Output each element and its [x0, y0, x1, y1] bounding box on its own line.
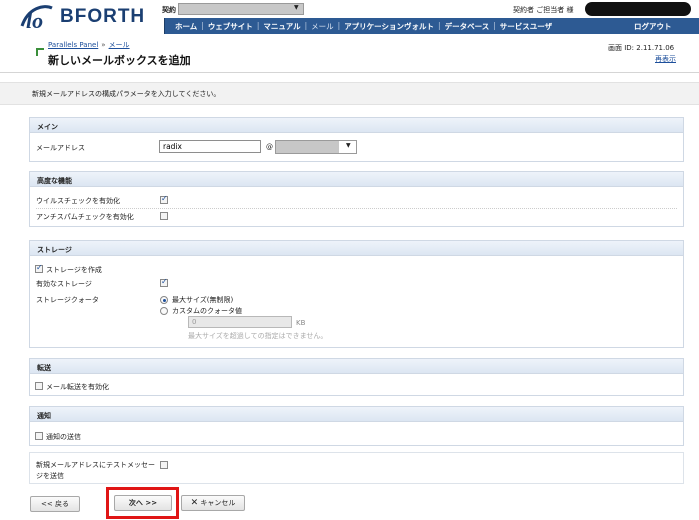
page-title: 新しいメールボックスを追加 — [48, 54, 191, 67]
section-test-message: 新規メールアドレスにテストメッセー ジを送信 — [29, 452, 684, 484]
section-main: メイン メールアドレス @ ▼ — [29, 117, 684, 162]
divider — [0, 72, 699, 73]
breadcrumb: Parallels Panel» メール — [48, 41, 130, 49]
email-local-input[interactable] — [159, 140, 261, 153]
nav-item-mail[interactable]: メール — [308, 21, 337, 32]
breadcrumb-mail[interactable]: メール — [109, 41, 130, 49]
chevron-down-icon: ▼ — [346, 142, 351, 149]
notification-label: 通知の送信 — [46, 433, 81, 441]
section-storage-heading: ストレージ — [30, 241, 683, 256]
quota-max-radio[interactable] — [160, 296, 168, 304]
section-storage: ストレージ ストレージを作成 有効なストレージ ストレージクォータ 最大サイズ(… — [29, 240, 684, 348]
cancel-button[interactable]: ✕ キャンセル — [181, 495, 245, 511]
logout-link[interactable]: ログアウト — [634, 21, 672, 32]
nav-menu: ホーム | ウェブサイト | マニュアル | メール | アプリケーションヴォルト | デ… — [172, 21, 555, 32]
virus-check-label: ウイルスチェックを有効化 — [36, 197, 120, 205]
create-storage-label: ストレージを作成 — [46, 266, 102, 274]
at-sign: @ — [266, 143, 273, 151]
user-name-redacted — [585, 2, 691, 16]
nav-item-database[interactable]: データベース — [442, 21, 493, 32]
section-main-heading: メイン — [30, 118, 683, 133]
domain-select[interactable]: ▼ — [275, 140, 357, 154]
domain-redacted — [276, 141, 339, 153]
section-notification: 通知 通知の送信 — [29, 406, 684, 446]
breadcrumb-parallels-panel[interactable]: Parallels Panel — [48, 41, 98, 49]
user-label: 契約者 ご担当者 様 — [513, 6, 574, 14]
cancel-button-label: キャンセル — [200, 499, 236, 507]
virus-check-checkbox[interactable] — [160, 194, 168, 204]
storage-quota-label: ストレージクォータ — [36, 296, 99, 304]
logo-text: BFORTH — [60, 6, 146, 27]
nav-item-manual[interactable]: マニュアル — [260, 21, 303, 32]
logo-icon: lo — [20, 5, 53, 32]
screen-id: 画面 ID: 2.11.71.06 — [608, 44, 675, 52]
forwarding-label: メール転送を有効化 — [46, 383, 109, 391]
test-message-checkbox[interactable] — [160, 461, 168, 469]
breadcrumb-arrow-icon — [36, 48, 44, 56]
test-message-label-line2: ジを送信 — [36, 472, 64, 480]
section-forwarding: 転送 メール転送を有効化 — [29, 358, 684, 396]
antispam-label: アンチスパムチェックを有効化 — [36, 213, 134, 221]
nav-item-app-vault[interactable]: アプリケーションヴォルト — [341, 21, 437, 32]
quota-hint: 最大サイズを超過しての指定はできません。 — [188, 332, 328, 340]
nav-item-service-users[interactable]: サービスユーザ — [497, 21, 555, 32]
row-divider — [36, 208, 677, 209]
notification-checkbox[interactable] — [35, 432, 43, 440]
close-icon: ✕ — [190, 498, 199, 508]
forwarding-checkbox[interactable] — [35, 382, 43, 390]
chevron-down-icon[interactable]: ▼ — [294, 4, 299, 11]
nav-item-home[interactable]: ホーム — [172, 21, 200, 32]
intro-text: 新規メールアドレスの構成パラメータを入力してください。 — [32, 90, 221, 98]
highlight-box — [106, 487, 179, 519]
contract-select[interactable] — [178, 3, 304, 15]
nav-item-website[interactable]: ウェブサイト — [205, 21, 256, 32]
quota-custom-label: カスタムのクォータ値 — [172, 307, 242, 315]
quota-max-label: 最大サイズ(無制限) — [172, 296, 234, 304]
svg-text:lo: lo — [26, 8, 43, 32]
enabled-storage-label: 有効なストレージ — [36, 280, 92, 288]
enabled-storage-checkbox[interactable] — [160, 277, 168, 287]
quota-value-input[interactable] — [188, 316, 292, 328]
email-label: メールアドレス — [36, 144, 85, 152]
quota-unit: KB — [296, 319, 306, 327]
quota-custom-radio[interactable] — [160, 307, 168, 315]
section-advanced: 高度な機能 ウイルスチェックを有効化 アンチスパムチェックを有効化 — [29, 171, 684, 227]
contract-label: 契約 — [162, 6, 176, 14]
back-button[interactable]: << 戻る — [30, 496, 80, 512]
section-forwarding-heading: 転送 — [30, 359, 683, 374]
refresh-link[interactable]: 再表示 — [655, 54, 676, 64]
test-message-label-line1: 新規メールアドレスにテストメッセー — [36, 461, 155, 469]
section-advanced-heading: 高度な機能 — [30, 172, 683, 187]
create-storage-checkbox[interactable] — [35, 263, 43, 273]
section-notification-heading: 通知 — [30, 407, 683, 422]
antispam-checkbox[interactable] — [160, 212, 168, 220]
